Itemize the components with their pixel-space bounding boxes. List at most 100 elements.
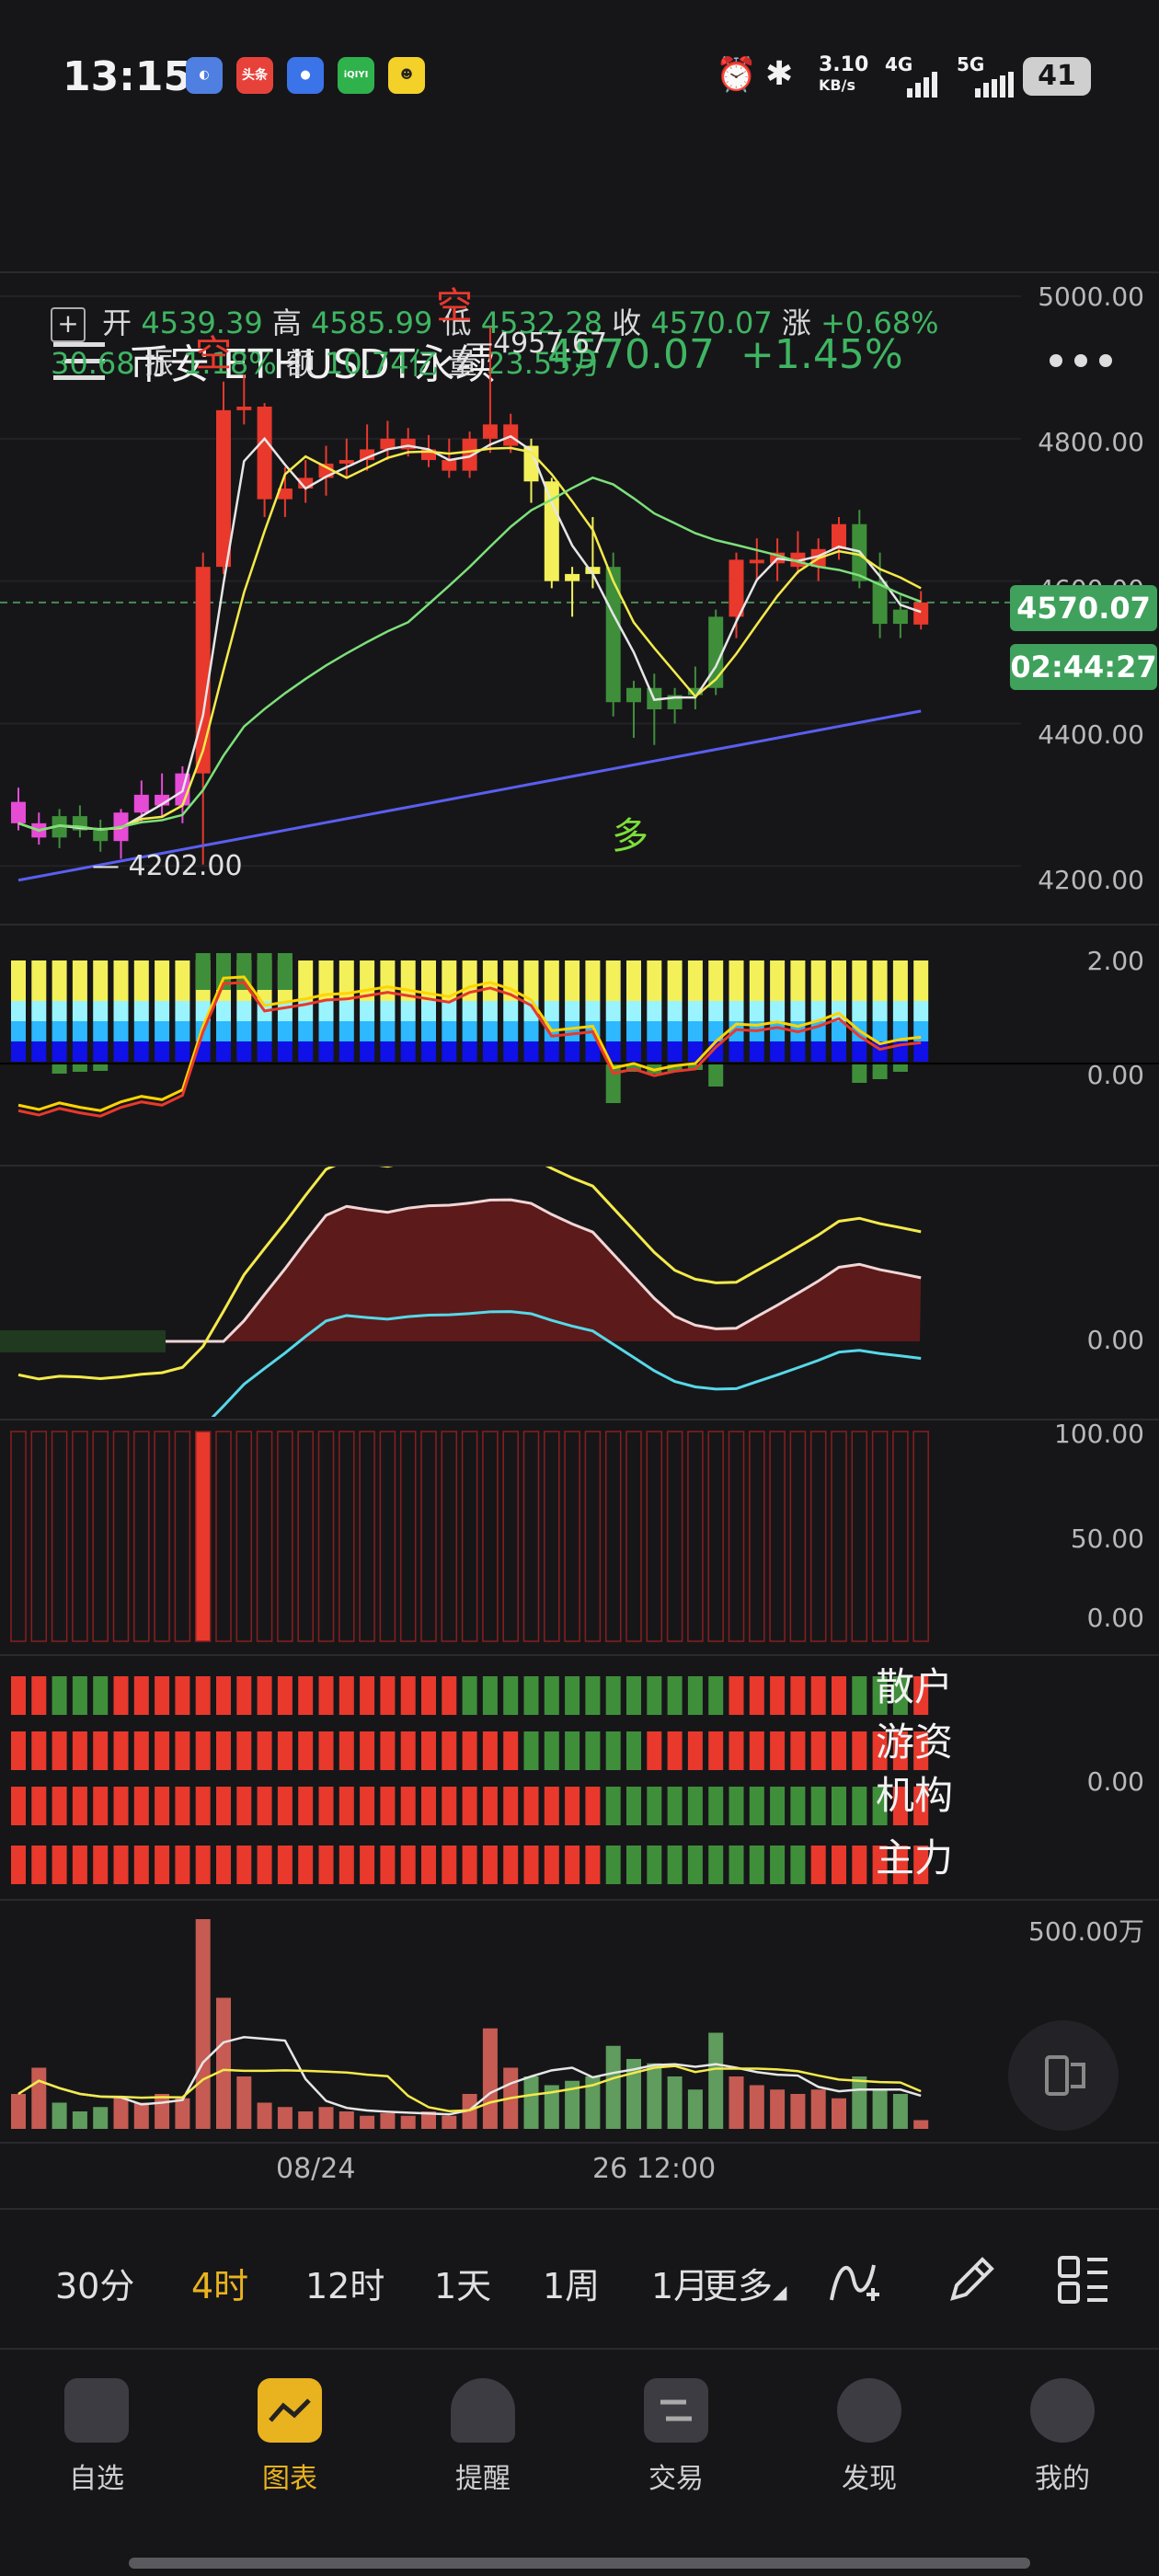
band-cell bbox=[790, 1001, 806, 1021]
ind1-y-label-2: 2.00 bbox=[1086, 946, 1144, 976]
x-label-26-1200: 26 12:00 bbox=[592, 2153, 717, 2185]
ind4-cell bbox=[380, 1787, 396, 1825]
band-cell bbox=[421, 1001, 436, 1021]
candle-body bbox=[236, 406, 252, 410]
band-cell bbox=[380, 1041, 396, 1062]
ind4-cell bbox=[277, 1846, 293, 1884]
band-cell bbox=[52, 1021, 67, 1041]
ind4-cell bbox=[462, 1676, 477, 1715]
candlestick-chart[interactable] bbox=[0, 276, 1159, 920]
ind3-bar bbox=[317, 1431, 335, 1642]
ind4-cell bbox=[277, 1731, 293, 1770]
band-cell bbox=[565, 1041, 580, 1062]
band-cell bbox=[93, 1001, 109, 1021]
band-cell bbox=[810, 981, 826, 1001]
ind4-cell bbox=[298, 1787, 314, 1825]
ind4-cell bbox=[195, 1846, 211, 1884]
band-cell bbox=[565, 1001, 580, 1021]
band-cell bbox=[790, 960, 806, 981]
band-cell bbox=[790, 981, 806, 1001]
band-cell bbox=[257, 1041, 272, 1062]
ind1-bar bbox=[257, 953, 272, 990]
ind4-cell bbox=[667, 1846, 683, 1884]
band-cell bbox=[544, 1001, 559, 1021]
nav-discover[interactable]: 发现 bbox=[809, 2378, 929, 2496]
tf-1d[interactable]: 1天 bbox=[434, 2258, 491, 2308]
band-cell bbox=[236, 1021, 252, 1041]
nav-trade[interactable]: 交易 bbox=[616, 2378, 736, 2496]
ind4-cell bbox=[421, 1676, 436, 1715]
ind4-cell bbox=[482, 1731, 498, 1770]
ind4-cell bbox=[113, 1787, 129, 1825]
band-cell bbox=[503, 1021, 519, 1041]
draw-line-icon[interactable] bbox=[826, 2252, 881, 2311]
band-cell bbox=[687, 1021, 703, 1041]
ind4-cell bbox=[421, 1731, 436, 1770]
nav-profile[interactable]: 我的 bbox=[1003, 2378, 1122, 2496]
band-cell bbox=[11, 1041, 26, 1062]
ind3-bar bbox=[749, 1431, 765, 1642]
band-cell bbox=[667, 1041, 683, 1062]
tf-4h[interactable]: 4时 bbox=[191, 2258, 248, 2308]
volume-bar bbox=[11, 2094, 26, 2129]
band-cell bbox=[647, 960, 662, 981]
ind4-cell bbox=[195, 1676, 211, 1715]
ind4-cell bbox=[133, 1731, 149, 1770]
ind4-cell bbox=[133, 1846, 149, 1884]
band-cell bbox=[892, 981, 908, 1001]
nav-watchlist[interactable]: 自选 bbox=[37, 2378, 156, 2496]
band-cell bbox=[155, 960, 170, 981]
band-cell bbox=[708, 981, 724, 1001]
band-cell bbox=[31, 1041, 47, 1062]
ind4-cell bbox=[832, 1676, 846, 1715]
nav-alerts[interactable]: 提醒 bbox=[423, 2378, 543, 2496]
candle-body bbox=[729, 559, 744, 617]
ind4-cell bbox=[647, 1787, 662, 1825]
band-cell bbox=[421, 1021, 436, 1041]
tf-1mo[interactable]: 1月 bbox=[651, 2258, 703, 2308]
band-cell bbox=[790, 1041, 806, 1062]
tf-12h[interactable]: 12时 bbox=[305, 2258, 384, 2308]
volume-bar bbox=[810, 2089, 826, 2129]
ind4-cell bbox=[626, 1731, 641, 1770]
ind4-cell bbox=[626, 1676, 641, 1715]
ind3-bar bbox=[809, 1431, 827, 1642]
ind4-cell bbox=[462, 1731, 477, 1770]
volume-bar bbox=[236, 2076, 252, 2129]
candle-body bbox=[133, 794, 149, 813]
band-cell bbox=[72, 981, 87, 1001]
ind4-cell bbox=[421, 1787, 436, 1825]
band-cell bbox=[585, 981, 601, 1001]
tf-1w[interactable]: 1周 bbox=[543, 2258, 600, 2308]
ind3-bar bbox=[769, 1431, 786, 1642]
ind3-bar bbox=[728, 1431, 745, 1642]
band-cell bbox=[360, 1021, 375, 1041]
tf-more[interactable]: 更多◢ bbox=[703, 2258, 786, 2308]
volume-bar bbox=[749, 2085, 764, 2129]
ind3-bar bbox=[359, 1431, 375, 1642]
volume-bar bbox=[790, 2094, 806, 2129]
band-cell bbox=[667, 1001, 683, 1021]
ind4-cell bbox=[605, 1731, 621, 1770]
ind3-bar bbox=[154, 1431, 170, 1642]
chart-icon bbox=[258, 2378, 322, 2443]
ind4-cell bbox=[523, 1676, 539, 1715]
ind4-cell bbox=[175, 1846, 190, 1884]
x-label-0824: 08/24 bbox=[276, 2153, 356, 2185]
volume-bar bbox=[31, 2067, 47, 2129]
band-cell bbox=[400, 1041, 416, 1062]
ind4-cell bbox=[749, 1731, 764, 1770]
ind4-cell bbox=[770, 1787, 786, 1825]
ind4-cell bbox=[216, 1787, 231, 1825]
nav-chart[interactable]: 图表 bbox=[230, 2378, 350, 2496]
band-cell bbox=[133, 1001, 149, 1021]
candle-body bbox=[626, 687, 641, 703]
grid-layout-icon[interactable] bbox=[1056, 2252, 1111, 2311]
battery-indicator: 41 bbox=[1023, 57, 1091, 96]
tf-30m[interactable]: 30分 bbox=[55, 2258, 134, 2308]
volume-bar bbox=[913, 2120, 929, 2129]
title-bar: 币安 ETHUSDT永续 4570.07 +1.45% bbox=[0, 156, 1159, 388]
pencil-icon[interactable] bbox=[944, 2252, 999, 2311]
ind4-cell bbox=[565, 1731, 580, 1770]
fullscreen-toggle-button[interactable] bbox=[1008, 2020, 1119, 2131]
